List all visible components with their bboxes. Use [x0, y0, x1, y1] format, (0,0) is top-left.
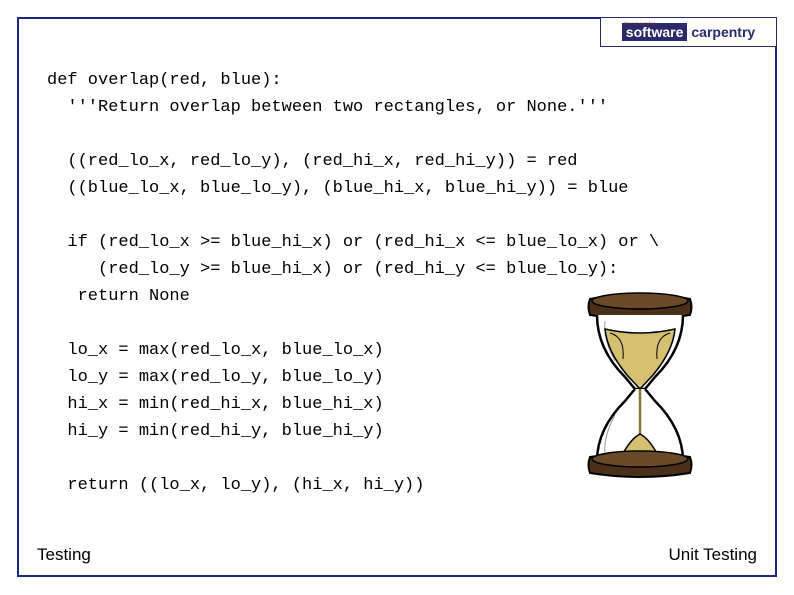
code-line: (red_lo_y >= blue_hi_x) or (red_hi_y <= … [47, 260, 618, 279]
hourglass-icon [575, 289, 705, 479]
code-line: hi_x = min(red_hi_x, blue_hi_x) [47, 395, 384, 414]
code-line: lo_x = max(red_lo_x, blue_lo_x) [47, 341, 384, 360]
logo: it's not just for software carpentry [600, 17, 777, 47]
code-line: return ((lo_x, lo_y), (hi_x, hi_y)) [47, 476, 424, 495]
code-line: return None [47, 287, 190, 306]
code-line: ((blue_lo_x, blue_lo_y), (blue_hi_x, blu… [47, 179, 629, 198]
code-line: ((red_lo_x, red_lo_y), (red_hi_x, red_hi… [47, 152, 578, 171]
footer-left: Testing [37, 545, 91, 565]
code-line: lo_y = max(red_lo_y, blue_lo_y) [47, 368, 384, 387]
logo-tagline: it's not just for [624, 22, 655, 27]
footer-right: Unit Testing [668, 545, 757, 565]
code-line: if (red_lo_x >= blue_hi_x) or (red_hi_x … [47, 233, 659, 252]
logo-software-word: it's not just for software [622, 23, 688, 41]
logo-carpentry-word: carpentry [691, 25, 755, 39]
code-line: hi_y = min(red_hi_y, blue_hi_y) [47, 422, 384, 441]
code-line: '''Return overlap between two rectangles… [47, 98, 608, 117]
slide-frame: it's not just for software carpentry def… [17, 17, 777, 577]
code-line: def overlap(red, blue): [47, 71, 282, 90]
